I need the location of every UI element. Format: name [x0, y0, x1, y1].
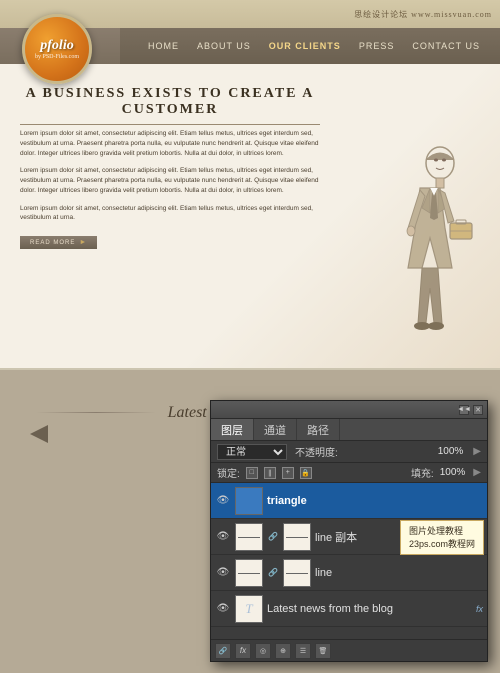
logo[interactable]: pfolio by PSD-Files.com [22, 14, 92, 84]
opacity-label: 不透明度: [295, 444, 338, 459]
divider-left [36, 412, 156, 413]
text-layer-t-icon: T [245, 601, 252, 617]
tab-paths[interactable]: 路径 [297, 419, 340, 440]
ps-tabs: 图层 通道 路径 [211, 419, 487, 441]
website-mockup: 思绘设计论坛 www.missvuan.com pfolio by PSD-Fi… [0, 0, 500, 370]
page-title: A BUSINESS EXISTS TO CREATE A CUSTOMER [20, 86, 320, 125]
lock-all-icon[interactable]: 🔒 [300, 467, 312, 479]
tab-layers[interactable]: 图层 [211, 419, 254, 440]
nav-press[interactable]: PRESS [359, 41, 395, 51]
tab-channels[interactable]: 通道 [254, 419, 297, 440]
layer-eye-triangle[interactable]: 👁 [215, 493, 231, 509]
layer-thumb-line [235, 559, 263, 587]
layer-mask-line [283, 559, 311, 587]
read-more-button[interactable]: READ MORE [20, 236, 97, 249]
arrow-left-icon [30, 425, 48, 443]
layer-name-triangle: triangle [267, 495, 483, 507]
layer-fx-badge: fx [476, 604, 483, 614]
layer-thumb-text: T [235, 595, 263, 623]
layer-eye-line[interactable]: 👁 [215, 565, 231, 581]
logo-sub: by PSD-Files.com [35, 54, 79, 60]
logo-text: pfolio [40, 38, 73, 54]
fill-arrow[interactable]: ▶ [473, 467, 481, 478]
nav-about[interactable]: ABOUT US [197, 41, 251, 51]
ps-layers-list: 👁 triangle 👁 🔗 line 副本 👁 🔗 line [211, 483, 487, 639]
fill-label: 填充: [411, 465, 434, 480]
layer-link-icon-line: 🔗 [267, 567, 279, 579]
opacity-value: 100% [438, 446, 464, 457]
layer-tooltip: 图片处理教程 23ps.com教程网 [400, 520, 484, 555]
tooltip-line1: 图片处理教程 [409, 525, 475, 538]
figure-area [340, 64, 500, 368]
main-content: A BUSINESS EXISTS TO CREATE A CUSTOMER L… [0, 64, 500, 368]
ps-collapse-btn[interactable]: ◄◄ [459, 405, 469, 415]
layer-group-btn[interactable]: ☰ [295, 643, 311, 659]
layer-thumb-triangle [235, 487, 263, 515]
lock-transparent-icon[interactable]: □ [246, 467, 258, 479]
delete-layer-btn[interactable]: 🗑 [315, 643, 331, 659]
lock-image-icon[interactable]: ∥ [264, 467, 276, 479]
tooltip-line2: 23ps.com教程网 [409, 538, 475, 551]
layer-link-icon-line-copy: 🔗 [267, 531, 279, 543]
paragraph-2: Lorem ipsum dolor sit amet, consectetur … [20, 166, 320, 195]
blend-mode-select[interactable]: 正常 [217, 444, 287, 460]
adjustment-layer-btn[interactable]: ⊕ [275, 643, 291, 659]
link-layers-btn[interactable]: 🔗 [215, 643, 231, 659]
layer-mask-line-copy [283, 523, 311, 551]
paragraph-1: Lorem ipsum dolor sit amet, consectetur … [20, 129, 320, 158]
content-area: A BUSINESS EXISTS TO CREATE A CUSTOMER L… [0, 64, 340, 368]
layer-name-text: Latest news from the blog [267, 603, 472, 615]
ps-title-bar: ◄◄ ✕ [211, 401, 487, 419]
opacity-arrow[interactable]: ▶ [473, 446, 481, 457]
ps-lock-row: 锁定: □ ∥ + 🔒 填充: 100% ▶ [211, 463, 487, 483]
fill-value: 100% [440, 467, 466, 478]
layer-eye-line-copy[interactable]: 👁 [215, 529, 231, 545]
ribbon-text: 思绘设计论坛 www.missvuan.com [354, 9, 492, 20]
layer-eye-text[interactable]: 👁 [215, 601, 231, 617]
layer-blog-text[interactable]: 👁 T Latest news from the blog fx [211, 591, 487, 627]
ps-blend-row: 正常 不透明度: 100% ▶ [211, 441, 487, 463]
vintage-man-illustration [360, 138, 490, 368]
layer-mask-btn[interactable]: ◎ [255, 643, 271, 659]
layer-thumb-line-copy [235, 523, 263, 551]
layer-line[interactable]: 👁 🔗 line [211, 555, 487, 591]
nav-contact[interactable]: CONTACT US [412, 41, 480, 51]
paragraph-3: Lorem ipsum dolor sit amet, consectetur … [20, 204, 320, 224]
layer-effects-btn[interactable]: fx [235, 643, 251, 659]
ps-close-btn[interactable]: ✕ [473, 405, 483, 415]
nav-home[interactable]: HOME [148, 41, 179, 51]
lock-label: 锁定: [217, 465, 240, 480]
lock-position-icon[interactable]: + [282, 467, 294, 479]
nav-clients[interactable]: OUR CLIENTS [269, 41, 341, 51]
layer-name-line: line [315, 567, 483, 579]
layer-triangle[interactable]: 👁 triangle [211, 483, 487, 519]
nav-bar: pfolio by PSD-Files.com HOME ABOUT US OU… [0, 28, 500, 64]
ps-bottom-bar: 🔗 fx ◎ ⊕ ☰ 🗑 [211, 639, 487, 661]
